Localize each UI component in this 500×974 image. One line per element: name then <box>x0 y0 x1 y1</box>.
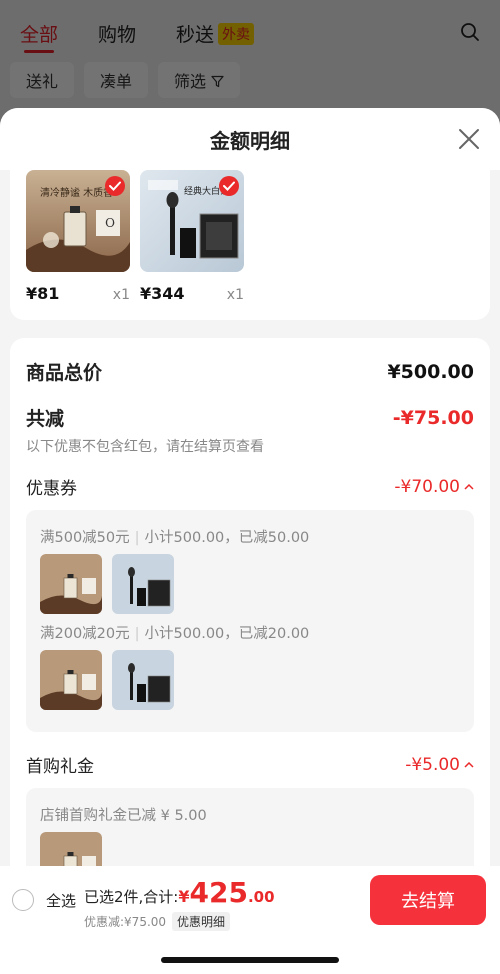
discount-text: 优惠减:¥75.00 <box>84 915 167 929</box>
select-all-label[interactable]: 全选 <box>46 890 76 911</box>
makeup-thumbnail <box>112 650 174 710</box>
checked-icon[interactable] <box>219 176 239 196</box>
coupon-rule-line: 满200减20元 | 小计500.00，已减20.00 <box>40 626 310 642</box>
coupon-value-wrap: -¥70.00 <box>394 477 474 497</box>
first-gift-label: 首购礼金 <box>26 757 94 777</box>
product-meta: ¥81 x1 <box>26 284 130 303</box>
goods-total-row: 商品总价 ¥500.00 <box>26 358 474 385</box>
perfume-thumbnail <box>40 554 102 614</box>
coupon-rule-detail: 小计500.00，已减20.00 <box>144 626 310 642</box>
discount-detail-button[interactable]: 优惠明细 <box>172 912 231 931</box>
close-icon[interactable] <box>458 128 480 150</box>
first-gift-value-wrap: -¥5.00 <box>405 755 474 775</box>
perfume-thumbnail <box>40 650 102 710</box>
sheet-title: 金额明细 <box>210 128 290 153</box>
reduce-value: -¥75.00 <box>392 406 474 429</box>
chevron-up-icon[interactable] <box>464 483 474 491</box>
chevron-up-icon[interactable] <box>464 761 474 769</box>
product-price: ¥81 <box>26 284 60 303</box>
discount-line: 优惠减:¥75.00 优惠明细 <box>84 912 231 931</box>
product-qty: x1 <box>226 287 244 303</box>
makeup-image: 经典大白饼 <box>140 170 244 272</box>
checkout-bar: 全选 已选2件,合计: ¥ 425 .00 优惠减:¥75.00 优惠明细 去结… <box>0 866 500 974</box>
first-gift-value: -¥5.00 <box>405 754 460 775</box>
sheet-header: 金额明细 <box>0 108 500 170</box>
select-all-radio[interactable] <box>12 889 34 911</box>
perfume-image: O 清冷静谧 木质香 <box>26 170 130 272</box>
product-item[interactable]: 经典大白饼 ¥344 x1 <box>140 170 244 303</box>
summary-text: 已选2件,合计: <box>84 888 179 906</box>
coupon-details: 满500减50元 | 小计500.00，已减50.00 满200减20元 | 小计500… <box>26 510 474 732</box>
first-gift-note: 店铺首购礼金已减 ¥ 5.00 <box>40 808 207 824</box>
reduce-row: 共减 -¥75.00 <box>26 404 474 431</box>
coupon-rule-detail: 小计500.00，已减50.00 <box>144 530 310 546</box>
selected-products: O 清冷静谧 木质香 ¥81 x1 经典大白饼 ¥344 x1 <box>10 170 490 320</box>
reduce-label: 共减 <box>26 408 65 430</box>
total-decimal: .00 <box>247 888 275 906</box>
coupon-rule: 满200减20元 <box>40 626 130 642</box>
coupon-rule: 满500减50元 <box>40 530 130 546</box>
coupon-label: 优惠券 <box>26 479 77 499</box>
goods-total-value: ¥500.00 <box>387 360 474 383</box>
checked-icon[interactable] <box>105 176 125 196</box>
total-integer: 425 <box>189 876 248 909</box>
makeup-thumbnail <box>112 554 174 614</box>
total-currency: ¥ <box>178 887 190 906</box>
perfume-image-text: 清冷静谧 木质香 <box>40 188 114 199</box>
product-meta: ¥344 x1 <box>140 284 244 303</box>
svg-text:O: O <box>105 216 115 230</box>
goods-total-label: 商品总价 <box>26 362 103 384</box>
home-indicator <box>161 957 339 963</box>
amount-detail-sheet: 金额明细 O 清冷静谧 木质香 ¥81 x1 经典大白饼 ¥344 x1 商品总… <box>0 108 500 974</box>
product-item[interactable]: O 清冷静谧 木质香 ¥81 x1 <box>26 170 130 303</box>
coupon-row[interactable]: 优惠券 -¥70.00 <box>26 474 474 499</box>
total-summary: 已选2件,合计: ¥ 425 .00 <box>84 876 275 909</box>
coupon-value: -¥70.00 <box>394 476 460 497</box>
reduce-note: 以下优惠不包含红包，请在结算页查看 <box>26 439 264 455</box>
first-gift-row[interactable]: 首购礼金 -¥5.00 <box>26 752 474 777</box>
product-qty: x1 <box>112 287 130 303</box>
price-breakdown: 商品总价 ¥500.00 共减 -¥75.00 以下优惠不包含红包，请在结算页查… <box>10 338 490 898</box>
checkout-button[interactable]: 去结算 <box>370 875 486 925</box>
product-price: ¥344 <box>140 284 185 303</box>
coupon-rule-line: 满500减50元 | 小计500.00，已减50.00 <box>40 530 310 546</box>
